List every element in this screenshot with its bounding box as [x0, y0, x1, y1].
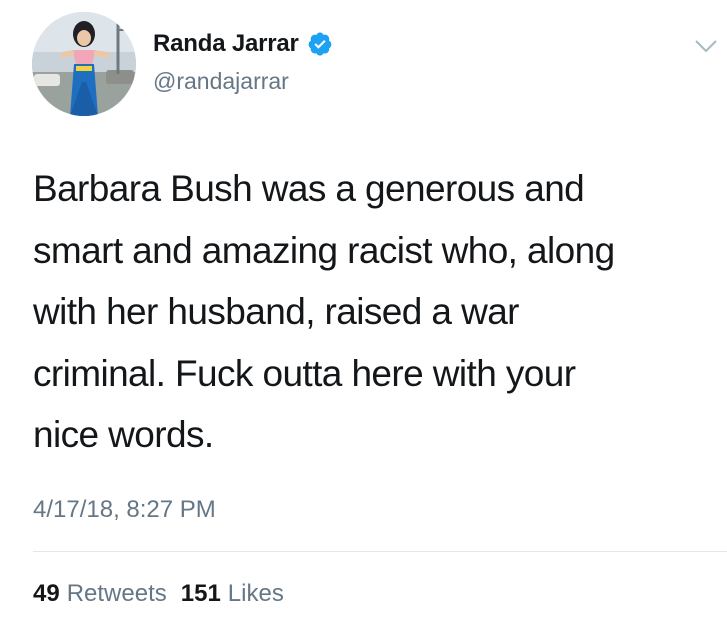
tweet-stats: 49 Retweets 151 Likes: [33, 580, 284, 608]
author-display-name[interactable]: Randa Jarrar: [153, 30, 299, 58]
avatar-photo: [32, 12, 136, 116]
author-handle[interactable]: @randajarrar: [153, 68, 289, 95]
avatar[interactable]: [32, 12, 136, 116]
chevron-down-icon[interactable]: [692, 36, 720, 56]
retweets-count: 49: [33, 580, 60, 607]
likes-label: Likes: [227, 580, 284, 607]
retweets-label: Retweets: [66, 580, 167, 607]
divider: [33, 551, 727, 552]
likes-count: 151: [180, 580, 221, 607]
likes-stat[interactable]: 151 Likes: [181, 580, 284, 608]
author-name-row[interactable]: Randa Jarrar: [153, 30, 333, 58]
tweet-timestamp[interactable]: 4/17/18, 8:27 PM: [33, 496, 216, 524]
retweets-stat[interactable]: 49 Retweets: [33, 580, 167, 608]
tweet-text: Barbara Bush was a generous and smart an…: [33, 168, 615, 455]
verified-badge-icon: [307, 31, 333, 57]
